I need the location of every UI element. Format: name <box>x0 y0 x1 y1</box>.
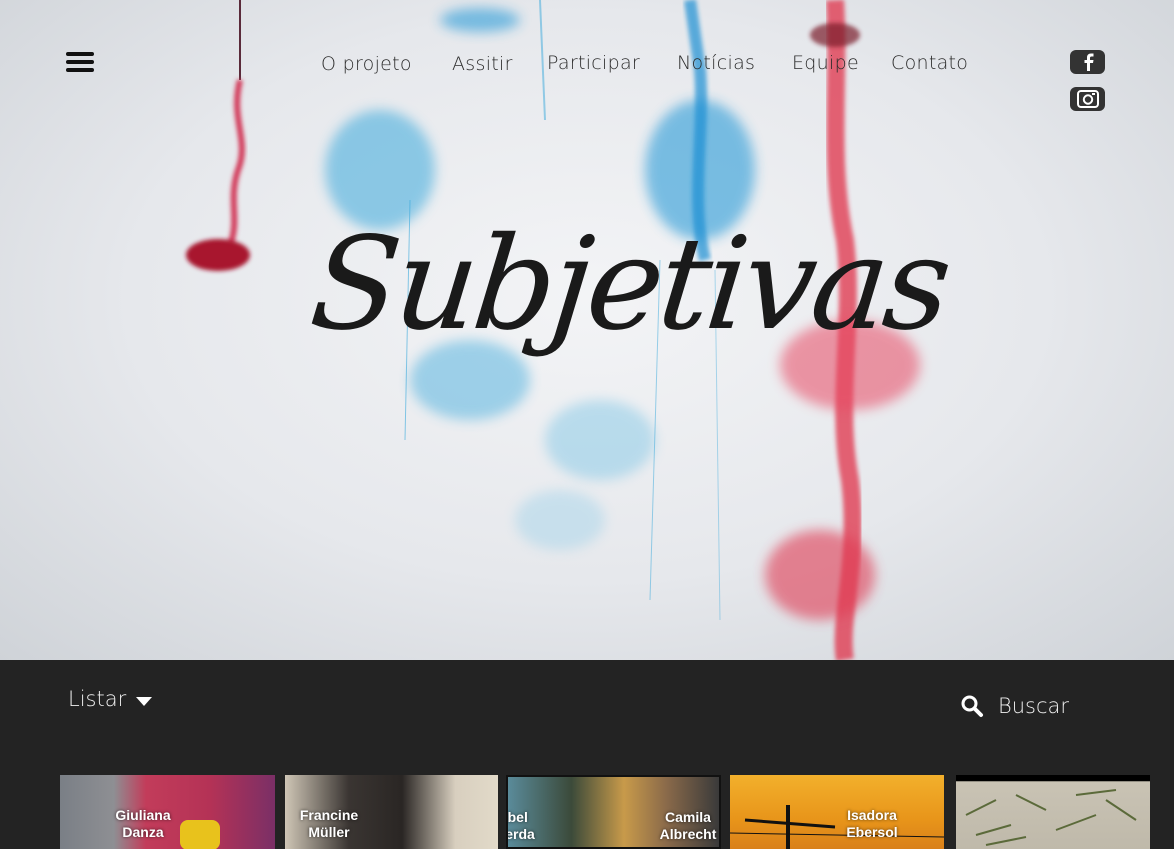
search-label: Buscar <box>998 694 1070 718</box>
video-thumbnail[interactable] <box>956 775 1150 849</box>
list-label: Listar <box>68 687 127 711</box>
video-thumbnail[interactable]: Francine Müller <box>285 775 498 849</box>
video-thumbnail[interactable]: Isadora Ebersol <box>730 775 944 849</box>
thumbnail-title: Giuliana Danza <box>115 807 171 840</box>
nav-item-o-projeto[interactable]: O projeto <box>321 53 412 75</box>
nav-item-equipe[interactable]: Equipe <box>792 52 859 74</box>
subjetivas-logo: Subjetivas <box>304 210 955 359</box>
hero-banner: O projeto Assitir Participar Notícias Eq… <box>0 0 1174 660</box>
list-dropdown-button[interactable]: Listar <box>68 687 153 711</box>
thumbnail-title: Camila Albrecht <box>659 809 717 842</box>
video-thumbnail[interactable]: IsabelLacerda CamilaAlbrecht <box>506 775 721 849</box>
nav-item-noticias[interactable]: Notícias <box>677 52 755 74</box>
search-button[interactable]: Buscar <box>960 694 1069 718</box>
video-thumbnail[interactable]: Giuliana Danza <box>60 775 275 849</box>
sand-grass-texture <box>965 789 1137 846</box>
facebook-icon[interactable] <box>1070 50 1105 74</box>
thumbnail-title: Isadora Ebersol <box>846 807 898 840</box>
nav-item-participar[interactable]: Participar <box>547 52 640 74</box>
caret-down-icon <box>136 696 153 706</box>
nav-item-assitir[interactable]: Assitir <box>452 53 513 75</box>
thumbnail-title: IsabelLacerda <box>506 809 535 842</box>
instagram-icon[interactable] <box>1070 87 1105 111</box>
nav-item-contato[interactable]: Contato <box>891 52 968 74</box>
search-icon <box>961 695 983 717</box>
thumbnail-title: Francine Müller <box>299 807 359 840</box>
main-navigation: O projeto Assitir Participar Notícias Eq… <box>0 50 1174 80</box>
